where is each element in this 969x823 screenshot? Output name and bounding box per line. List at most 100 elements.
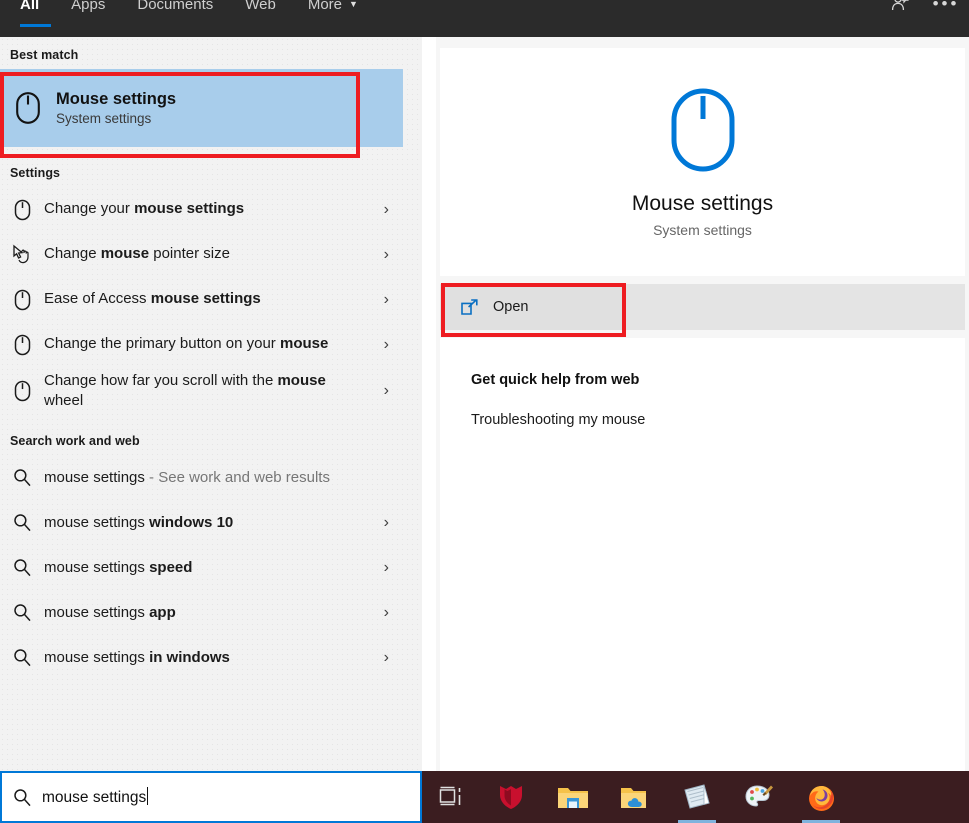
list-item-label: mouse settings windows 10 (44, 513, 403, 533)
search-icon (2, 788, 42, 807)
settings-group-header: Settings (0, 147, 422, 187)
list-item[interactable]: Change the primary button on your mouse› (0, 322, 403, 367)
best-match-group-header: Best match (0, 37, 422, 69)
settings-results-list: Change your mouse settings›Change mouse … (0, 187, 422, 415)
list-item-label: Change the primary button on your mouse (44, 334, 403, 354)
list-item-label: Ease of Access mouse settings (44, 289, 403, 309)
label-post: pointer size (149, 245, 230, 262)
tab-label: More (308, 0, 342, 13)
label-match: windows 10 (149, 514, 233, 531)
label-match: mouse (277, 372, 325, 389)
list-item[interactable]: mouse settings app› (0, 590, 403, 635)
open-button-label: Open (493, 299, 528, 315)
mcafee-icon[interactable] (480, 771, 542, 823)
chevron-right-icon: › (384, 336, 389, 354)
label-match: app (149, 604, 176, 621)
web-group-header: Search work and web (0, 415, 422, 455)
best-match-row[interactable]: Mouse settings System settings (0, 69, 403, 147)
tab-label: All (20, 0, 39, 13)
tab-label: Documents (137, 0, 213, 13)
label-pre: mouse settings (44, 469, 145, 486)
tab-label: Apps (71, 0, 105, 13)
search-icon (0, 648, 44, 667)
chevron-down-icon: ▼ (349, 0, 358, 9)
list-item[interactable]: Ease of Access mouse settings› (0, 277, 403, 322)
tab-bar-actions: ••• (877, 0, 969, 20)
search-tab-bar: All Apps Documents Web More ▼ ••• (0, 0, 969, 37)
list-item-label: Change mouse pointer size (44, 244, 403, 264)
onedrive-folder-icon[interactable] (604, 771, 666, 823)
paint-icon[interactable] (728, 771, 790, 823)
list-item-label: Change your mouse settings (44, 199, 403, 219)
label-pre: Ease of Access (44, 290, 151, 307)
list-item[interactable]: Change how far you scroll with the mouse… (0, 367, 403, 415)
chevron-right-icon: › (384, 201, 389, 219)
chevron-right-icon: › (384, 604, 389, 622)
mouse-icon (0, 380, 44, 402)
active-tab-indicator (20, 24, 51, 27)
label-match: speed (149, 559, 192, 576)
list-item[interactable]: mouse settings speed › (0, 545, 403, 590)
tab-more[interactable]: More ▼ (292, 0, 374, 19)
list-item[interactable]: Change mouse pointer size› (0, 232, 403, 277)
list-item[interactable]: mouse settings in windows› (0, 635, 403, 680)
mouse-icon (0, 289, 44, 311)
more-options-icon[interactable]: ••• (923, 0, 969, 20)
list-item-label: Change how far you scroll with the mouse… (44, 371, 403, 411)
chevron-right-icon: › (384, 382, 389, 400)
search-icon (0, 468, 44, 487)
label-pre: mouse settings (44, 559, 149, 576)
search-input[interactable]: mouse settings (0, 771, 422, 823)
preview-panel: Mouse settings System settings Open Get … (436, 37, 969, 771)
search-tabs: All Apps Documents Web More ▼ (0, 0, 374, 22)
mouse-icon (0, 91, 56, 125)
label-pre: Change your (44, 200, 134, 217)
list-item[interactable]: mouse settings - See work and web result… (0, 455, 403, 500)
label-pre: Change (44, 245, 101, 262)
open-button[interactable]: Open (445, 284, 623, 330)
label-pre: mouse settings (44, 649, 149, 666)
tab-web[interactable]: Web (229, 0, 292, 19)
list-item-label: mouse settings in windows (44, 648, 403, 668)
sticky-notes-icon[interactable] (666, 771, 728, 823)
mouse-icon (0, 334, 44, 356)
label-match: mouse settings (151, 290, 261, 307)
search-input-wrapper: mouse settings (42, 787, 148, 807)
chevron-right-icon: › (384, 246, 389, 264)
preview-action-bar: Open (440, 284, 965, 330)
best-match-title: Mouse settings (56, 90, 176, 109)
preview-title: Mouse settings (632, 192, 773, 216)
label-pre: Change how far you scroll with the (44, 372, 277, 389)
tab-all[interactable]: All (0, 0, 55, 19)
mouse-icon (0, 199, 44, 221)
ellipsis-glyph: ••• (933, 0, 960, 12)
search-icon (0, 603, 44, 622)
list-item-label: mouse settings app (44, 603, 403, 623)
firefox-icon[interactable] (790, 771, 852, 823)
label-pre: Change the primary button on your (44, 335, 280, 352)
list-item[interactable]: Change your mouse settings› (0, 187, 403, 232)
tab-apps[interactable]: Apps (55, 0, 121, 19)
text-cursor (147, 787, 148, 805)
task-view-icon[interactable] (422, 771, 480, 823)
quick-help-link[interactable]: Troubleshooting my mouse (471, 412, 965, 428)
best-match-text: Mouse settings System settings (56, 90, 176, 126)
open-external-icon (445, 298, 493, 317)
tab-label: Web (245, 0, 276, 13)
mouse-icon-large (670, 87, 736, 178)
preview-app-card: Mouse settings System settings (440, 48, 965, 276)
list-item[interactable]: mouse settings windows 10› (0, 500, 403, 545)
chevron-right-icon: › (384, 514, 389, 532)
label-match: mouse (280, 335, 328, 352)
label-pre: mouse settings (44, 604, 149, 621)
list-item-label: mouse settings - See work and web result… (44, 468, 403, 488)
file-explorer-icon[interactable] (542, 771, 604, 823)
pointer-icon (0, 244, 44, 265)
person-feedback-icon[interactable] (877, 0, 923, 20)
quick-help-section: Get quick help from web Troubleshooting … (440, 338, 965, 771)
preview-subtitle: System settings (653, 222, 752, 238)
tab-documents[interactable]: Documents (121, 0, 229, 19)
chevron-right-icon: › (384, 559, 389, 577)
search-icon (0, 513, 44, 532)
chevron-right-icon: › (384, 649, 389, 667)
